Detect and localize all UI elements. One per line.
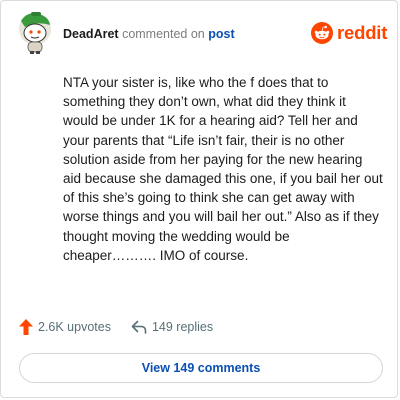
reddit-brand[interactable]: reddit (311, 22, 387, 44)
comment-card: DeadAret commented on post reddit NTA yo… (0, 0, 398, 398)
reply-arrow-icon (131, 320, 147, 334)
reply-button[interactable]: 149 replies (131, 320, 213, 334)
user-avatar[interactable] (17, 11, 53, 55)
username-link[interactable]: DeadAret (63, 27, 119, 41)
action-text: commented on (122, 27, 205, 41)
post-link[interactable]: post (208, 27, 234, 41)
reply-count: 149 replies (151, 320, 214, 334)
view-comments-button[interactable]: View 149 comments (19, 353, 383, 383)
upvote-count: 2.6K upvotes (38, 320, 111, 334)
comment-actions: 2.6K upvotes 149 replies (19, 319, 213, 335)
comment-meta: DeadAret commented on post (63, 27, 235, 41)
reddit-logo-icon (311, 22, 333, 44)
upvote-button[interactable]: 2.6K upvotes (19, 319, 111, 335)
comment-body: NTA your sister is, like who the f does … (63, 75, 383, 263)
upvote-arrow-icon (19, 319, 33, 335)
brand-wordmark: reddit (337, 22, 388, 43)
snoo-avatar-icon (19, 12, 51, 54)
